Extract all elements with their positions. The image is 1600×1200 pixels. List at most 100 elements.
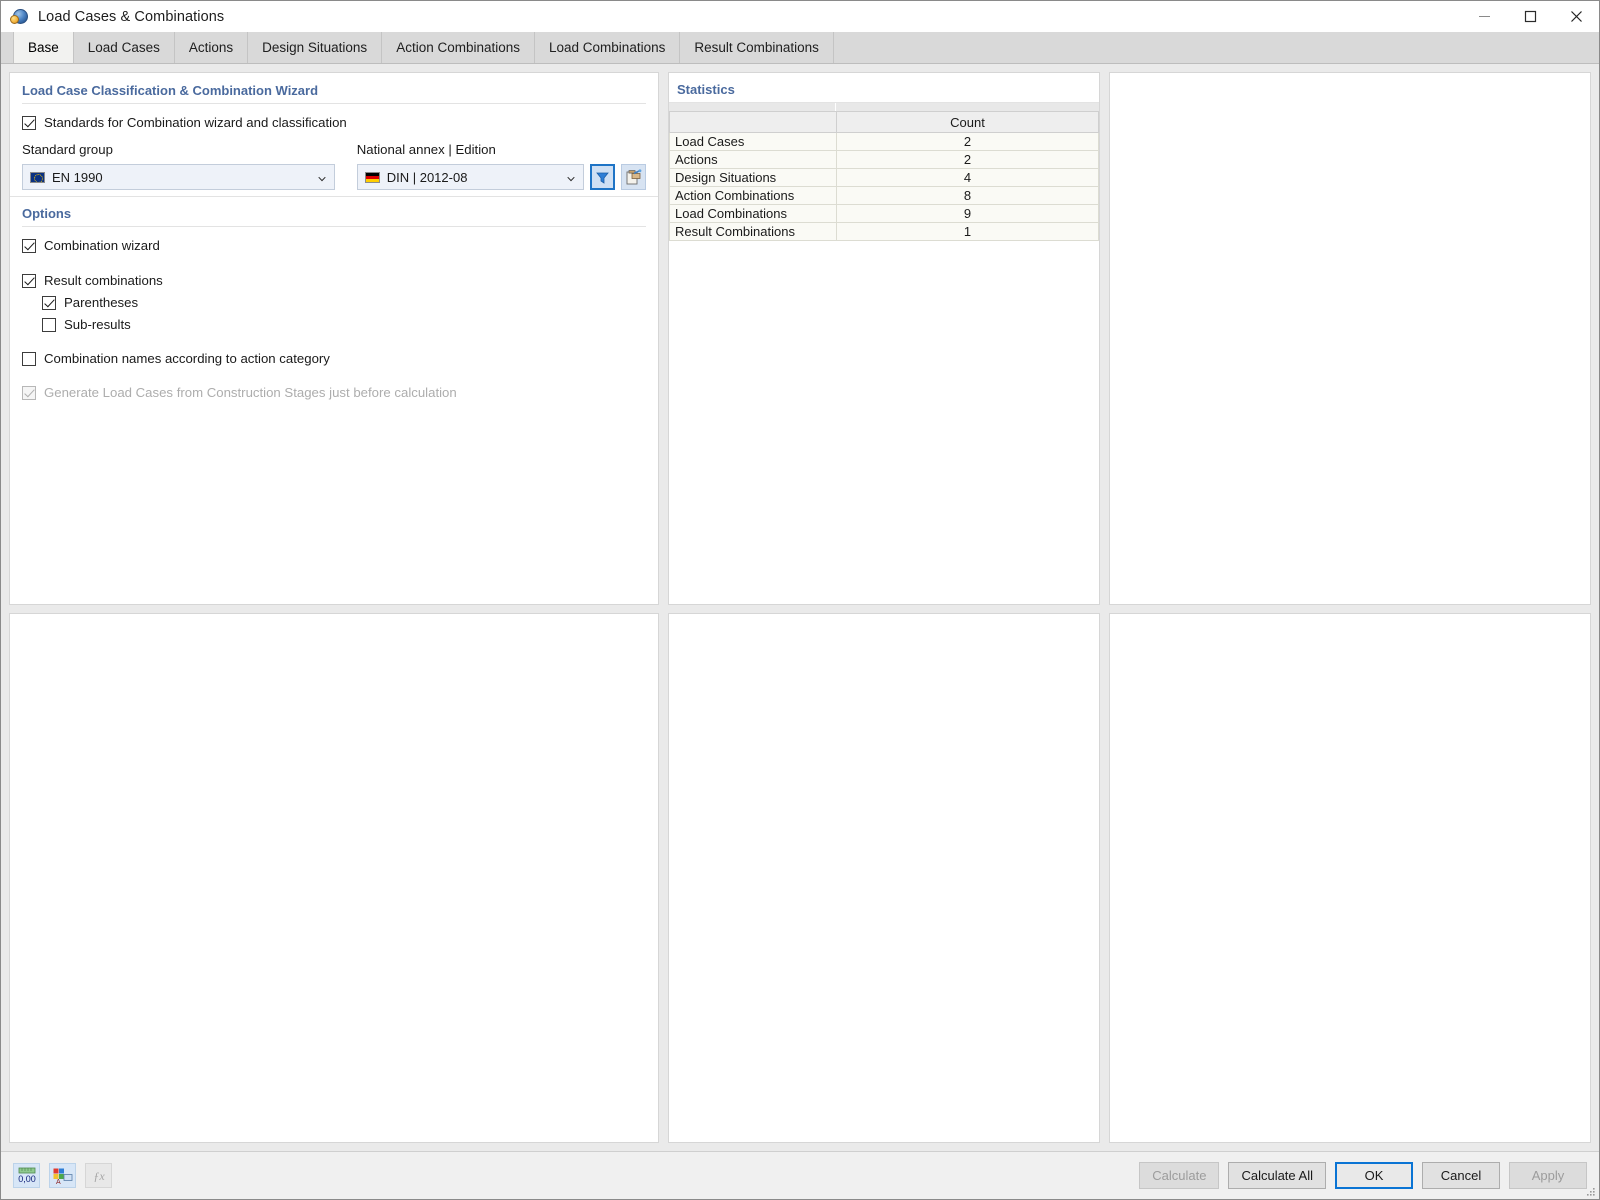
de-flag-icon [364,171,380,183]
number-format-button[interactable]: 0,00 [13,1163,40,1188]
calculate-button: Calculate [1139,1162,1220,1189]
tab-bar: Base Load Cases Actions Design Situation… [1,32,1599,64]
national-annex-field: National annex | Edition DIN | 2012-08 [356,142,646,190]
apply-button: Apply [1509,1162,1587,1189]
close-button[interactable] [1553,1,1599,32]
footer-tools: 0,00 A ƒx [13,1163,112,1188]
standards-checkbox-row[interactable]: Standards for Combination wizard and cla… [22,115,646,130]
tab-label: Result Combinations [694,40,819,55]
rendering-settings-button[interactable]: A [49,1163,76,1188]
generate-load-cases-checkbox [22,385,36,400]
option-combination-wizard-row[interactable]: Combination wizard [22,238,646,253]
statistics-table: Count Load Cases 2 Actions 2 Design Situ… [669,111,1099,241]
resize-grip-icon[interactable] [1585,1186,1596,1197]
footer-buttons: Calculate Calculate All OK Cancel Apply [1139,1162,1587,1189]
option-combination-names-row[interactable]: Combination names according to action ca… [22,351,646,366]
eu-flag-icon [30,171,45,183]
minimize-icon [1478,16,1490,17]
combination-names-label: Combination names according to action ca… [44,351,330,366]
stat-count: 2 [836,150,1099,169]
col-header-count[interactable]: Count [836,111,1099,133]
tab-label: Base [28,40,59,55]
tab-label: Load Cases [87,40,160,55]
option-sub-results-row[interactable]: Sub-results [42,317,646,332]
parentheses-checkbox[interactable] [42,295,56,310]
bottom-middle-panel[interactable] [668,613,1100,1143]
ok-button[interactable]: OK [1335,1162,1413,1189]
top-panel-row: Load Case Classification & Combination W… [9,72,1591,605]
dialog-body: Load Case Classification & Combination W… [1,64,1599,1151]
rendering-settings-icon: A [53,1168,73,1185]
tab-load-cases[interactable]: Load Cases [73,32,175,63]
col-header-name[interactable] [669,111,837,133]
filter-button[interactable] [590,164,615,190]
parentheses-label: Parentheses [64,295,139,310]
stat-count: 4 [836,168,1099,187]
table-row[interactable]: Result Combinations 1 [669,222,1099,241]
tab-actions[interactable]: Actions [174,32,249,63]
standard-group-field: Standard group EN 1990 [22,142,335,190]
standards-checkbox-label: Standards for Combination wizard and cla… [44,115,347,130]
sub-results-checkbox[interactable] [42,317,56,332]
statistics-panel: Statistics Count Load Cases 2 Actions 2 … [668,72,1100,605]
table-header-row: Count [669,111,1099,133]
number-format-icon: 0,00 [18,1167,36,1184]
stat-count: 8 [836,186,1099,205]
svg-text:0,00: 0,00 [18,1174,36,1184]
function-button: ƒx [85,1163,112,1188]
standard-group-dropdown[interactable]: EN 1990 [22,164,335,190]
chevron-down-icon [567,176,575,182]
tab-label: Load Combinations [549,40,666,55]
classification-section-title: Load Case Classification & Combination W… [22,83,646,104]
cancel-button[interactable]: Cancel [1422,1162,1500,1189]
options-section-title: Options [22,206,646,227]
bottom-right-panel[interactable] [1109,613,1591,1143]
tab-result-combinations[interactable]: Result Combinations [680,32,834,63]
national-annex-value: DIN | 2012-08 [386,169,468,185]
option-result-combinations-row[interactable]: Result combinations [22,273,646,288]
tab-label: Design Situations [262,40,368,55]
combination-wizard-checkbox[interactable] [22,238,36,253]
combination-wizard-label: Combination wizard [44,238,160,253]
calculate-all-button[interactable]: Calculate All [1228,1162,1326,1189]
standard-group-value: EN 1990 [52,169,103,185]
dialog-window: Load Cases & Combinations Base Load Case… [0,0,1600,1200]
tab-load-combinations[interactable]: Load Combinations [535,32,681,63]
result-combinations-checkbox[interactable] [22,273,36,288]
national-annex-dropdown[interactable]: DIN | 2012-08 [356,164,584,190]
chevron-down-icon [318,176,326,182]
window-title: Load Cases & Combinations [38,8,225,25]
bottom-panel-row [9,613,1591,1143]
maximize-button[interactable] [1507,1,1553,32]
filter-funnel-icon [596,172,609,184]
standards-checkbox[interactable] [22,115,36,130]
classification-panel: Load Case Classification & Combination W… [9,72,659,605]
table-row[interactable]: Actions 2 [669,150,1099,169]
tab-label: Action Combinations [396,40,521,55]
table-row[interactable]: Load Combinations 9 [669,204,1099,223]
footer-bar: 0,00 A ƒx Calculate Calculate All OK Can… [1,1151,1599,1199]
titlebar: Load Cases & Combinations [1,1,1599,32]
preview-panel[interactable] [1109,72,1591,605]
table-row[interactable]: Action Combinations 8 [669,186,1099,205]
tab-design-situations[interactable]: Design Situations [248,32,383,63]
clipboard-paste-icon [626,169,642,185]
table-row[interactable]: Load Cases 2 [669,132,1099,151]
standards-field-row: Standard group EN 1990 National annex | … [22,142,646,190]
close-icon [1570,11,1582,22]
stat-name: Design Situations [669,168,837,187]
tab-base[interactable]: Base [13,32,74,63]
standard-group-label: Standard group [22,142,113,157]
combination-names-checkbox[interactable] [22,351,36,366]
stat-name: Load Combinations [669,204,837,223]
load-case-globe-icon [10,7,30,27]
statistics-column-strip [669,103,1099,111]
bottom-left-panel[interactable] [9,613,659,1143]
copy-annex-button[interactable] [621,164,646,190]
option-parentheses-row[interactable]: Parentheses [42,295,646,310]
window-controls [1461,1,1599,32]
national-annex-label: National annex | Edition [356,142,496,157]
table-row[interactable]: Design Situations 4 [669,168,1099,187]
tab-action-combinations[interactable]: Action Combinations [382,32,536,63]
minimize-button[interactable] [1461,1,1507,32]
